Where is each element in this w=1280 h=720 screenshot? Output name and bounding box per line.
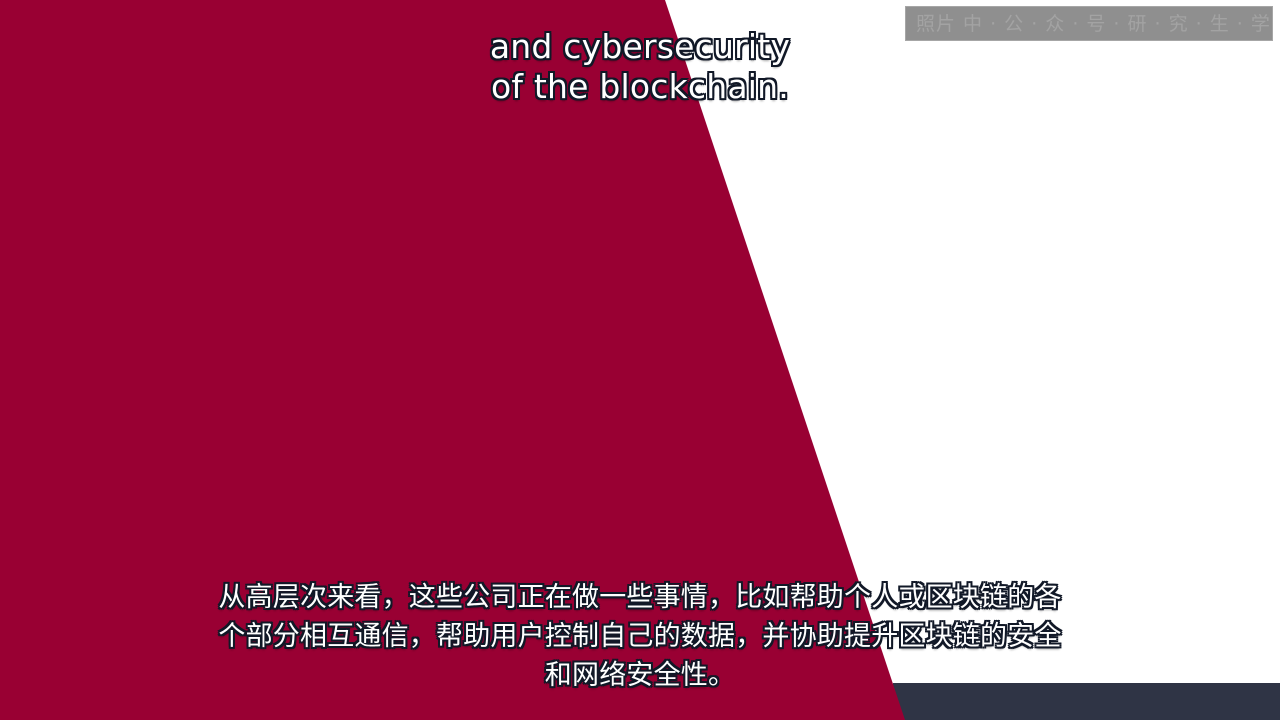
video-frame: 照片 中 · 公 · 众 · 号 · 研 · 究 · 生 · 学 · 习 · 指… bbox=[0, 0, 1280, 720]
chinese-subtitle-line-2: 个部分相互通信，帮助用户控制自己的数据，并协助提升区块链的安全 bbox=[218, 621, 1062, 652]
chinese-subtitle-line-3: 和网络安全性。 bbox=[544, 660, 736, 691]
chinese-subtitle-line-1: 从高层次来看，这些公司正在做一些事情，比如帮助个人或区块链的各 bbox=[218, 582, 1062, 613]
english-subtitle-line-1: and cybersecurity bbox=[489, 27, 791, 66]
english-subtitle-line-2: of the blockchain. bbox=[491, 67, 789, 106]
chinese-subtitle: 从高层次来看，这些公司正在做一些事情，比如帮助个人或区块链的各 个部分相互通信，… bbox=[0, 578, 1280, 695]
english-subtitle: and cybersecurity of the blockchain. bbox=[0, 27, 1280, 107]
